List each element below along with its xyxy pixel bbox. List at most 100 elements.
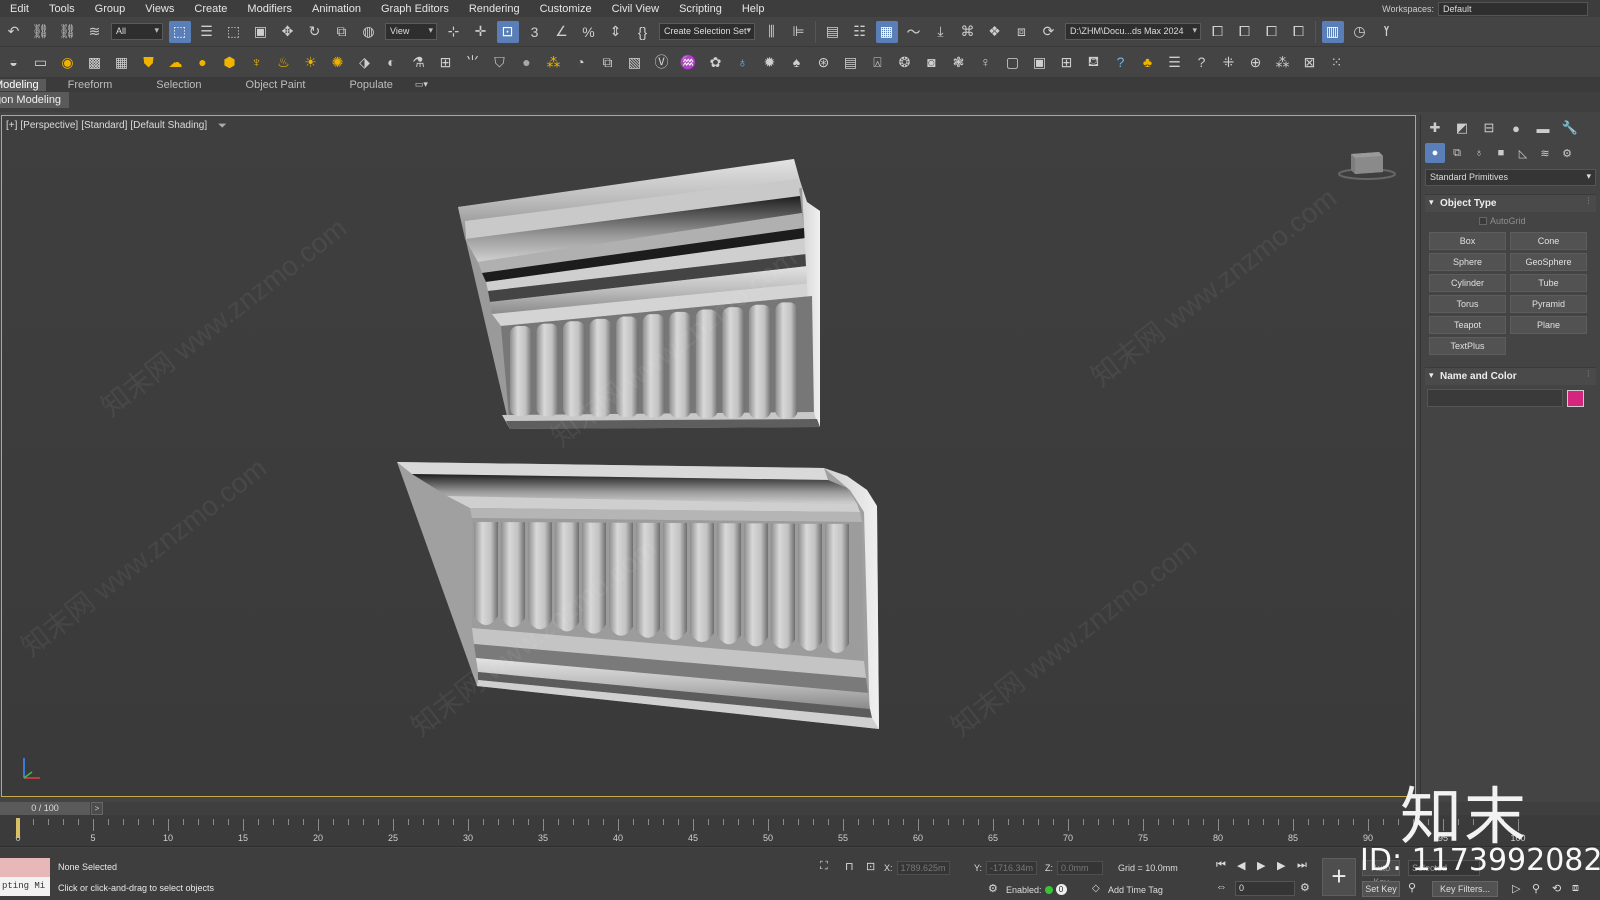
primitive-category-dropdown[interactable]: Standard Primitives bbox=[1425, 169, 1596, 186]
set-keys-button[interactable]: + bbox=[1322, 858, 1356, 896]
shapes-icon[interactable]: ⧉ bbox=[1447, 143, 1467, 163]
package-icon[interactable]: ▩ bbox=[84, 51, 106, 73]
object-color-swatch[interactable] bbox=[1567, 389, 1584, 407]
selection-filter-dropdown[interactable]: All bbox=[111, 23, 163, 40]
vray-settings-icon[interactable]: ◙ bbox=[921, 51, 943, 73]
viewport-point-of-view-menu[interactable]: [Perspective] bbox=[20, 120, 78, 131]
key-filters-button[interactable]: Key Filters... bbox=[1432, 881, 1498, 897]
scatter-icon[interactable]: ⁜ bbox=[1218, 51, 1240, 73]
project-icon-4[interactable]: ⧠ bbox=[1288, 21, 1310, 43]
move-icon[interactable]: ✥ bbox=[277, 21, 299, 43]
render-setup-icon[interactable]: ⧈ bbox=[1011, 21, 1033, 43]
undo-icon[interactable]: ↶ bbox=[3, 21, 25, 43]
torus-button[interactable]: Torus bbox=[1429, 295, 1506, 313]
key-mode-icon[interactable]: ⚲ bbox=[1408, 881, 1416, 894]
selection-lock-icon[interactable]: ⊓ bbox=[845, 860, 854, 873]
clone-icon[interactable]: ⧉ bbox=[597, 51, 619, 73]
time-slider[interactable]: 0 / 100 bbox=[0, 802, 90, 815]
asset-icon[interactable]: ⊠ bbox=[1299, 51, 1321, 73]
project-icon-1[interactable]: ⧠ bbox=[1207, 21, 1229, 43]
name-and-color-rollout[interactable]: Name and Color bbox=[1425, 367, 1596, 385]
orbit-icon[interactable]: ⊕ bbox=[1245, 51, 1267, 73]
align-icon[interactable]: ⊫ bbox=[788, 21, 810, 43]
shield-icon[interactable]: ⛉ bbox=[489, 51, 511, 73]
sun-icon[interactable]: ☀ bbox=[300, 51, 322, 73]
add-time-tag-button[interactable]: Add Time Tag bbox=[1108, 885, 1163, 895]
time-tag-icon[interactable]: ◇ bbox=[1092, 883, 1100, 894]
vray-ies-icon[interactable]: ♀ bbox=[975, 51, 997, 73]
render-frame-icon[interactable]: ⟳ bbox=[1038, 21, 1060, 43]
vray-plane-icon[interactable]: ▢ bbox=[1002, 51, 1024, 73]
motion-panel-icon[interactable]: ● bbox=[1506, 118, 1526, 138]
material-map-icon[interactable]: ▧ bbox=[624, 51, 646, 73]
viewcube[interactable] bbox=[1337, 146, 1397, 182]
current-frame-marker[interactable] bbox=[16, 818, 20, 838]
vray-fur-icon[interactable]: ♠ bbox=[786, 51, 808, 73]
unlink-icon[interactable]: ⛓ bbox=[57, 21, 79, 43]
toggle-ribbon-icon[interactable]: ▦ bbox=[875, 20, 898, 43]
spacewarps-icon[interactable]: ≋ bbox=[1535, 143, 1555, 163]
project-icon-3[interactable]: ⧠ bbox=[1261, 21, 1283, 43]
helpers-icon[interactable]: ◺ bbox=[1513, 143, 1533, 163]
flask-icon[interactable]: ⚗ bbox=[408, 51, 430, 73]
vray-proxy-icon[interactable]: ⊛ bbox=[813, 51, 835, 73]
help-icon[interactable]: ? bbox=[1110, 51, 1132, 73]
sphere-button[interactable]: Sphere bbox=[1429, 253, 1506, 271]
cameras-icon[interactable]: ■ bbox=[1491, 143, 1511, 163]
select-manipulate-icon[interactable]: ✛ bbox=[470, 21, 492, 43]
object-name-field[interactable] bbox=[1427, 389, 1563, 407]
object-type-rollout[interactable]: Object Type bbox=[1425, 194, 1596, 212]
cloud-icon[interactable]: ☁ bbox=[165, 51, 187, 73]
flow-icon[interactable]: ⁂ bbox=[1272, 51, 1294, 73]
curve-editor-icon[interactable]: 〜 bbox=[903, 21, 925, 43]
textplus-button[interactable]: TextPlus bbox=[1429, 337, 1506, 355]
polygon-modeling-tab[interactable]: gon Modeling bbox=[0, 92, 70, 108]
ref-coord-dropdown[interactable]: View bbox=[385, 23, 437, 40]
pyramid-button[interactable]: Pyramid bbox=[1510, 295, 1587, 313]
material-editor-icon[interactable]: ❖ bbox=[984, 21, 1006, 43]
go-to-start-icon[interactable]: ⏮ bbox=[1216, 859, 1226, 872]
track-bar[interactable]: 0 5 10 15 20 25 30 35 40 45 50 55 60 65 70 75 80 85 90 95 10… bbox=[0, 815, 1600, 847]
photometric-icon[interactable]: ♨ bbox=[273, 51, 295, 73]
vray-render-icon[interactable]: ❂ bbox=[894, 51, 916, 73]
vray-icon[interactable]: Ⓥ bbox=[651, 51, 673, 73]
maxscript-output[interactable] bbox=[0, 858, 50, 877]
clock-icon[interactable]: ◷ bbox=[1349, 21, 1371, 43]
mirror-icon[interactable]: ⫼ bbox=[761, 21, 783, 43]
viewport-label-menu[interactable]: [+] [Perspective] [Standard] [Default Shadi… bbox=[6, 120, 210, 131]
placement-icon[interactable]: ◍ bbox=[358, 21, 380, 43]
spline-icon[interactable]: ߌ bbox=[1376, 21, 1398, 43]
x-coordinate-field[interactable]: 1789.625m bbox=[896, 861, 950, 875]
info-icon[interactable]: ? bbox=[1191, 51, 1213, 73]
pivot-center-icon[interactable]: ⊹ bbox=[443, 21, 465, 43]
vray-light-icon[interactable]: ♒ bbox=[678, 51, 700, 73]
display-panel-icon[interactable]: ▬ bbox=[1533, 118, 1553, 138]
vray-dome-icon[interactable]: ✿ bbox=[705, 51, 727, 73]
frame-spinner-icon[interactable]: ⇔ bbox=[1216, 881, 1227, 893]
menu-create[interactable]: Create bbox=[184, 3, 237, 15]
scale-icon[interactable]: ⧉ bbox=[331, 21, 353, 43]
pan-icon[interactable]: ▷ bbox=[1512, 882, 1520, 895]
layer-explorer-icon[interactable]: ☷ bbox=[849, 21, 871, 43]
list-icon[interactable]: ☰ bbox=[1164, 51, 1186, 73]
ribbon-toggle-icon[interactable]: ▭▾ bbox=[415, 79, 433, 90]
menu-customize[interactable]: Customize bbox=[530, 3, 602, 15]
orbit-icon[interactable]: ⟲ bbox=[1552, 882, 1561, 895]
dots-icon[interactable]: ⁙ bbox=[1326, 51, 1348, 73]
teapot-render-icon[interactable]: ◒ bbox=[3, 51, 25, 73]
tab-freeform[interactable]: Freeform bbox=[46, 79, 135, 91]
adaptive-degradation-icon[interactable]: ⚙ bbox=[988, 882, 998, 895]
forest-icon[interactable]: ♣ bbox=[1137, 51, 1159, 73]
current-frame-field[interactable]: 0 bbox=[1235, 881, 1295, 896]
vray-camera-icon[interactable]: ⍓ bbox=[867, 51, 889, 73]
y-coordinate-field[interactable]: -1716.34m bbox=[986, 861, 1038, 875]
tab-selection[interactable]: Selection bbox=[134, 79, 223, 91]
scene-explorer-icon[interactable]: ▤ bbox=[822, 21, 844, 43]
container-icon[interactable]: ◉ bbox=[57, 51, 79, 73]
bind-spacewarp-icon[interactable]: ≋ bbox=[84, 21, 106, 43]
pack-icon[interactable]: ▦ bbox=[111, 51, 133, 73]
teapot-button[interactable]: Teapot bbox=[1429, 316, 1506, 334]
menu-help[interactable]: Help bbox=[732, 3, 775, 15]
set-key-button[interactable]: Set Key bbox=[1362, 881, 1400, 897]
absolute-mode-icon[interactable]: ⊡ bbox=[866, 860, 875, 873]
